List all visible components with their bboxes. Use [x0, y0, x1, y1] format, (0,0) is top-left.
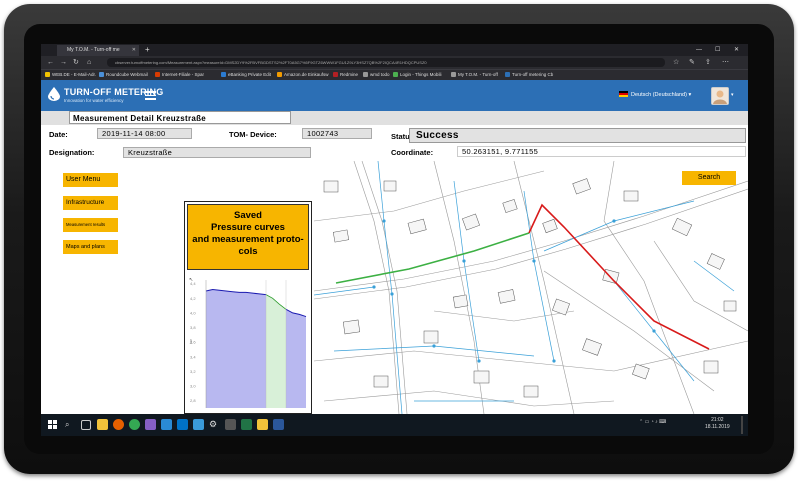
y-tick-label: 4,2	[190, 296, 196, 301]
tail-area-series	[286, 309, 306, 408]
screen: My T.O.M. - Turn-off me ✕ + — ☐ ✕ ← → ↻ …	[41, 44, 748, 436]
word-icon[interactable]	[273, 419, 284, 430]
bookmark-item[interactable]: Turn-off metering Cb	[505, 70, 553, 80]
minimize-icon[interactable]: —	[696, 44, 702, 56]
saved-curves-panel: Saved Pressure curves and measurement pr…	[184, 201, 312, 414]
maps-plans-button[interactable]: Maps and plans	[63, 240, 118, 254]
designation-label: Designation:	[49, 148, 95, 157]
y-tick-label: 3,0	[190, 384, 196, 389]
browser-tab-bar: My T.O.M. - Turn-off me ✕ + — ☐ ✕	[41, 44, 748, 56]
maximize-icon[interactable]: ☐	[715, 44, 720, 56]
device-value: 1002743	[302, 128, 372, 139]
date-value: 2019-11-14 08:00	[97, 128, 192, 139]
app-icon[interactable]	[193, 419, 204, 430]
firefox-icon[interactable]	[113, 419, 124, 430]
url-field[interactable]: cbserver.turnoffmetering.com/Measurement…	[107, 58, 665, 67]
back-icon[interactable]: ←	[47, 57, 54, 68]
avatar[interactable]	[711, 87, 729, 105]
address-bar-row: ← → ↻ ⌂ cbserver.turnoffmetering.com/Mea…	[41, 56, 748, 69]
search-icon[interactable]: ⌕	[65, 419, 76, 430]
windows-taskbar: ⌕ ⚙ ⌃ ▭ ◔ ♪ ⌨ 21:02 18.11.2019	[41, 414, 748, 436]
git-icon[interactable]	[225, 419, 236, 430]
drop-area-series	[266, 294, 286, 408]
show-desktop-button[interactable]	[741, 416, 743, 434]
pressure-chart: 4,44,24,03,83,63,43,23,02,8bar↖	[188, 274, 309, 412]
bookmark-item[interactable]: Roundcube Webmail	[99, 70, 148, 80]
bookmark-star-icon[interactable]: ☆	[673, 57, 679, 68]
language-selector[interactable]: Deutsch (Deutschland) ▾	[619, 91, 691, 99]
infrastructure-button[interactable]: Infrastructure	[63, 196, 118, 210]
cursor-icon: ↖	[189, 277, 193, 283]
user-avatar-icon	[712, 88, 728, 104]
notes-icon[interactable]	[257, 419, 268, 430]
y-tick-label: 3,4	[190, 354, 196, 359]
bookmark-item[interactable]: Login - Things Mobili	[393, 70, 441, 80]
chrome-icon[interactable]	[129, 419, 140, 430]
excel-icon[interactable]	[241, 419, 252, 430]
edge-icon[interactable]	[161, 419, 172, 430]
coordinate-value: 50.263151, 9.771155	[457, 146, 746, 157]
saved-curves-heading: Saved Pressure curves and measurement pr…	[187, 204, 309, 270]
y-axis-label: bar	[189, 338, 193, 344]
more-icon[interactable]: ⋯	[722, 57, 729, 68]
bookmark-item[interactable]: My T.O.M. - Turn-off	[451, 70, 498, 80]
logo-subtitle: Innovation for water efficiency	[64, 98, 124, 103]
task-view-icon[interactable]	[81, 420, 91, 430]
y-tick-label: 3,8	[190, 325, 196, 330]
reload-icon[interactable]: ↻	[73, 57, 79, 68]
status-value: Success	[409, 128, 746, 143]
y-tick-label: 4,0	[190, 310, 196, 315]
designation-value: Kreuzstraße	[123, 147, 311, 158]
app-header: TURN-OFF METERING Innovation for water e…	[41, 80, 748, 111]
bookmark-item[interactable]: wmd todo	[363, 70, 390, 80]
bookmark-item[interactable]: Amazon.de Einkaufsw	[277, 70, 329, 80]
pressure-area-series	[206, 289, 266, 408]
bookmark-item[interactable]: WEB.DE - E-Mail-Adr.	[45, 70, 96, 80]
tab-title: My T.O.M. - Turn-off me	[67, 47, 120, 53]
close-window-icon[interactable]: ✕	[734, 44, 739, 56]
share-icon[interactable]: ⇪	[705, 57, 711, 68]
bookmark-item[interactable]: eBanking Private Edit	[221, 70, 271, 80]
coordinate-label: Coordinate:	[391, 148, 434, 157]
avatar-caret-icon[interactable]: ▾	[731, 92, 734, 98]
search-button[interactable]: Search	[682, 171, 736, 185]
measurement-results-button[interactable]: Measurement results	[63, 218, 118, 232]
bookmark-item[interactable]: Internet-Filiale - Spar	[155, 70, 204, 80]
water-drop-logo-icon	[48, 87, 60, 101]
home-icon[interactable]: ⌂	[87, 57, 91, 68]
y-tick-label: 3,2	[190, 369, 196, 374]
device-label: TOM- Device:	[229, 130, 277, 139]
system-tray[interactable]: ⌃ ▭ ◔ ♪ ⌨	[639, 419, 666, 425]
visual-studio-icon[interactable]	[145, 419, 156, 430]
hamburger-menu-icon[interactable]	[145, 91, 156, 100]
clock[interactable]: 21:02 18.11.2019	[705, 417, 730, 431]
network-map[interactable]	[314, 161, 748, 414]
close-tab-icon[interactable]: ✕	[132, 45, 136, 56]
forward-icon[interactable]: →	[60, 57, 67, 68]
german-flag-icon	[619, 91, 628, 97]
explorer-icon[interactable]	[97, 419, 108, 430]
new-tab-icon[interactable]: +	[145, 44, 150, 55]
date-label: Date:	[49, 130, 68, 139]
outlook-icon[interactable]	[177, 419, 188, 430]
settings-icon[interactable]: ⚙	[209, 419, 220, 430]
bookmark-item[interactable]: Redmine	[333, 70, 358, 80]
user-menu-button[interactable]: User Menu	[63, 173, 118, 187]
browser-tab[interactable]: My T.O.M. - Turn-off me ✕	[57, 45, 139, 56]
y-tick-label: 2,8	[190, 398, 196, 403]
collections-icon[interactable]: ✎	[689, 57, 695, 68]
windows-start-icon[interactable]	[47, 419, 58, 430]
page-title: Measurement Detail Kreuzstraße	[69, 111, 291, 124]
